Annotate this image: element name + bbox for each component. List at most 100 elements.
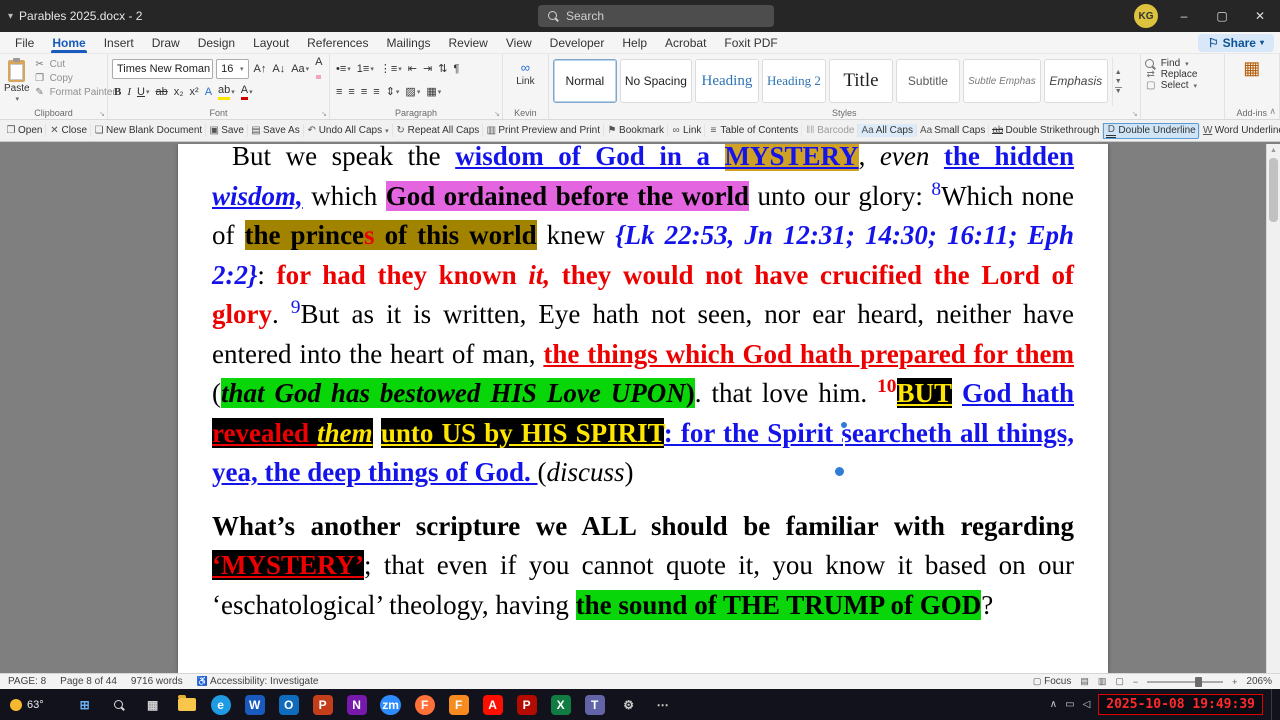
font-italic-button[interactable]: I <box>125 84 133 100</box>
styles-dialog-launcher[interactable]: ↘ <box>1132 110 1138 118</box>
word-count[interactable]: 9716 words <box>131 676 183 687</box>
qat-print-preview-and-print-button[interactable]: ▥ Print Preview and Print <box>482 124 603 137</box>
qat-close-button[interactable]: ✕ Close <box>45 124 90 137</box>
tray-expand-icon[interactable]: ∧ <box>1050 699 1057 710</box>
font-clear-formatting-button[interactable]: A <box>313 54 325 84</box>
styles-scroll-up-icon[interactable]: ▲ <box>1115 69 1122 76</box>
zoom-slider-thumb[interactable] <box>1195 676 1203 687</box>
qat-new-blank-document-button[interactable]: ❏ New Blank Document <box>90 124 205 137</box>
font-grow-font-button[interactable]: A↑ <box>252 61 269 77</box>
paragraph-line-spacing-button[interactable]: ⇕ ▾ <box>384 84 402 100</box>
web-layout-button[interactable]: ▢ <box>1115 676 1124 687</box>
font-change-case-button[interactable]: Aa ▾ <box>289 61 311 77</box>
close-button[interactable]: ✕ <box>1248 9 1272 23</box>
taskbar-icon-outlook[interactable]: O <box>274 689 304 720</box>
taskbar-clock[interactable]: 2025-10-08 19:49:39 <box>1098 694 1263 715</box>
zoom-slider[interactable] <box>1147 676 1224 687</box>
font-underline-button[interactable]: U ▾ <box>135 84 151 100</box>
paragraph-dialog-launcher[interactable]: ↘ <box>494 110 500 118</box>
tab-view[interactable]: View <box>497 32 541 53</box>
font-strikethrough-button[interactable]: ab <box>153 84 169 100</box>
taskbar-icon-pdf[interactable]: P <box>512 689 542 720</box>
zoom-level[interactable]: 206% <box>1246 676 1272 687</box>
font-dialog-launcher[interactable]: ↘ <box>321 110 327 118</box>
style-subtle-emphas[interactable]: Subtle Emphas <box>962 59 1041 103</box>
style-subtitle[interactable]: Subtitle <box>895 59 960 103</box>
collapse-ribbon-button[interactable]: ∧ <box>1269 106 1276 117</box>
document-page[interactable]: But we speak the wisdom of God in a MYST… <box>178 144 1108 673</box>
minimize-button[interactable]: – <box>1172 9 1196 23</box>
scrollbar-thumb[interactable] <box>1269 158 1278 222</box>
paragraph-shading-button[interactable]: ▨ ▾ <box>403 84 422 100</box>
qat-all-caps-button[interactable]: Aa All Caps <box>857 124 916 137</box>
qat-open-button[interactable]: ❐ Open <box>3 124 45 137</box>
qat-link-button[interactable]: ∞ Link <box>667 124 704 137</box>
selection-handle-top[interactable] <box>840 421 848 429</box>
paragraph-numbering-button[interactable]: 1≡ ▾ <box>355 61 376 77</box>
format-painter-button[interactable]: ✎ Format Painter <box>34 87 115 98</box>
taskbar-icon-firefox[interactable]: F <box>410 689 440 720</box>
qat-save-as-button[interactable]: ▤ Save As <box>247 124 303 137</box>
qat-word-underline-button[interactable]: W Word Underline <box>1198 124 1280 137</box>
link-button[interactable]: Link <box>516 76 534 87</box>
document-menu-caret-icon[interactable]: ▾ <box>8 11 13 22</box>
taskbar-icon-edge[interactable]: e <box>206 689 236 720</box>
add-ins-icon[interactable]: ▦ <box>1243 58 1260 79</box>
taskbar-icon-powerpoint[interactable]: P <box>308 689 338 720</box>
tray-volume-icon[interactable]: ◁ <box>1083 699 1091 710</box>
tab-acrobat[interactable]: Acrobat <box>656 32 715 53</box>
qat-bookmark-button[interactable]: ⚑ Bookmark <box>603 124 667 137</box>
style-emphasis[interactable]: Emphasis <box>1043 59 1108 103</box>
qat-table-of-contents-button[interactable]: ≡ Table of Contents <box>704 124 801 137</box>
taskbar-icon-file-explorer[interactable] <box>172 689 202 720</box>
style-heading-2[interactable]: Heading 2 <box>761 59 826 103</box>
font-font-color-button[interactable]: A ▾ <box>239 82 255 101</box>
tab-developer[interactable]: Developer <box>541 32 614 53</box>
tab-help[interactable]: Help <box>613 32 656 53</box>
qat-double-strikethrough-button[interactable]: ab Double Strikethrough <box>988 124 1102 137</box>
paragraph-justify-button[interactable]: ≡ <box>371 84 381 100</box>
paragraph-increase-indent-button[interactable]: ⇥ <box>421 61 434 77</box>
style-normal[interactable]: Normal <box>552 59 617 103</box>
selection-handle-bottom[interactable] <box>834 466 845 477</box>
cut-button[interactable]: ✂ Cut <box>34 59 116 70</box>
search-box[interactable]: Search <box>538 5 774 27</box>
paragraph-show-formatting-marks-button[interactable]: ¶ <box>451 61 461 77</box>
paragraph-borders-button[interactable]: ▦ ▾ <box>424 84 443 100</box>
styles-more-icon[interactable]: ▼ <box>1114 86 1122 95</box>
qat-undo-all-caps-button[interactable]: ↶ Undo All Caps ▾ <box>302 124 392 137</box>
taskbar-icon-teams[interactable]: T <box>580 689 610 720</box>
page-count[interactable]: Page 8 of 44 <box>60 676 117 687</box>
focus-button[interactable]: ▢ Focus <box>1033 676 1072 687</box>
paragraph-multilevel-list-button[interactable]: ⋮≡ ▾ <box>378 61 404 77</box>
share-button[interactable]: ⚐ Share ▾ <box>1197 33 1274 52</box>
tab-insert[interactable]: Insert <box>95 32 143 53</box>
accessibility-status[interactable]: ♿ Accessibility: Investigate <box>197 676 319 687</box>
avatar[interactable]: KG <box>1134 4 1158 28</box>
qat-barcode-button[interactable]: ‖‖ Barcode <box>801 124 857 137</box>
taskbar-icon-more-apps[interactable]: ⋯ <box>648 689 678 720</box>
print-layout-button[interactable]: ▥ <box>1098 676 1107 687</box>
tab-references[interactable]: References <box>298 32 377 53</box>
font-name-select[interactable]: Times New Roman ▾ <box>112 58 214 79</box>
taskbar-icon-zoom[interactable]: zm <box>376 689 406 720</box>
paste-button[interactable]: Paste ▾ <box>4 57 30 106</box>
copy-button[interactable]: ❐ Copy <box>34 73 116 84</box>
tab-home[interactable]: Home <box>43 32 94 53</box>
maximize-button[interactable]: ▢ <box>1210 9 1234 23</box>
paragraph-bullets-button[interactable]: •≡ ▾ <box>334 61 353 77</box>
vertical-scrollbar[interactable]: ▲ <box>1266 144 1280 673</box>
tab-layout[interactable]: Layout <box>244 32 298 53</box>
font-subscript-button[interactable]: x₂ <box>172 84 186 100</box>
paragraph-align-center-button[interactable]: ≡ <box>346 84 356 100</box>
font-shrink-font-button[interactable]: A↓ <box>270 61 287 77</box>
font-superscript-button[interactable]: x² <box>188 84 201 100</box>
zoom-out-button[interactable]: − <box>1133 677 1138 687</box>
taskbar-icon-foxit[interactable]: F <box>444 689 474 720</box>
font-bold-button[interactable]: B <box>112 84 123 100</box>
paragraph-align-right-button[interactable]: ≡ <box>359 84 369 100</box>
styles-scroll-down-icon[interactable]: ▼ <box>1115 78 1122 85</box>
page-indicator[interactable]: PAGE: 8 <box>8 676 46 687</box>
tab-foxit-pdf[interactable]: Foxit PDF <box>715 32 786 53</box>
weather-widget[interactable]: 63° <box>0 689 54 720</box>
